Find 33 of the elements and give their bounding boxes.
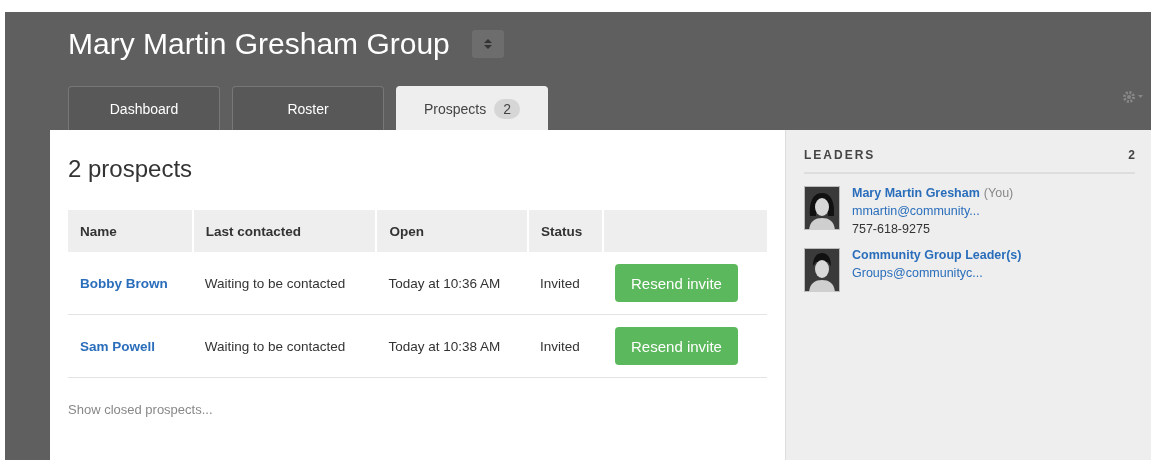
tab[interactable]: Dashboard (68, 86, 220, 130)
column-header: Status (527, 210, 604, 252)
column-header: Name (68, 210, 193, 252)
group-switcher-button[interactable] (471, 30, 504, 58)
column-header: Last contacted (192, 210, 377, 252)
table-cell: Today at 10:38 AM (388, 338, 501, 354)
resend-invite-button[interactable]: Resend invite (615, 264, 738, 302)
avatar-icon (804, 248, 840, 292)
avatar-icon (804, 186, 840, 230)
column-header: Open (376, 210, 528, 252)
leaders-heading: LEADERS (804, 148, 876, 162)
sort-icon (483, 39, 492, 49)
table-cell: Today at 10:36 AM (388, 275, 501, 291)
you-label: (You) (983, 186, 1014, 200)
prospects-heading: 2 prospects (68, 155, 194, 183)
leader-name-link[interactable]: Mary Martin Gresham (852, 186, 980, 200)
table-cell: Waiting to be contacted (204, 275, 346, 291)
prospect-name-link[interactable]: Sam Powell (80, 338, 156, 354)
email-link[interactable]: Groups@communityc... (852, 266, 1022, 280)
tab[interactable]: Roster (232, 86, 384, 130)
leaders-count: 2 (1128, 148, 1135, 162)
prospect-name-link[interactable]: Bobby Brown (80, 275, 168, 291)
leader-name-link[interactable]: Community Group Leader(s) (852, 248, 1022, 262)
table-cell: Invited (539, 275, 580, 291)
show-closed-link[interactable]: Show closed prospects... (68, 402, 213, 417)
tab[interactable]: Prospects 2 (396, 86, 548, 130)
table-cell: Invited (539, 338, 580, 354)
settings-icon[interactable] (1122, 90, 1144, 104)
group-title: Mary Martin Gresham Group (68, 27, 450, 61)
phone-number: 757-618-9275 (852, 222, 931, 236)
email-link[interactable]: mmartin@community... (852, 204, 1014, 218)
resend-invite-button[interactable]: Resend invite (615, 327, 738, 365)
table-cell: Waiting to be contacted (204, 338, 346, 354)
